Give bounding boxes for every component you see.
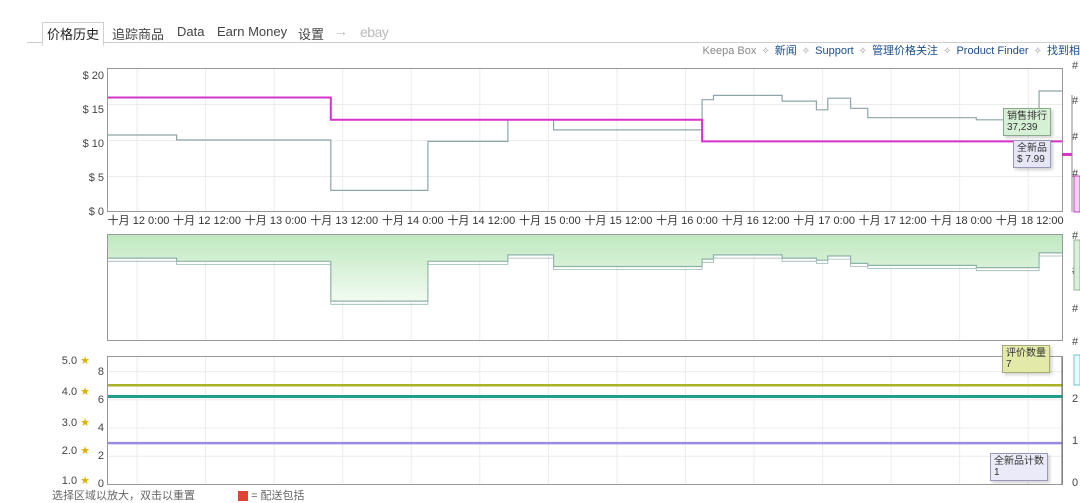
x-tick-label: 十月 13 12:00 bbox=[310, 213, 378, 227]
x-tick-label: 十月 16 0:00 bbox=[656, 213, 718, 227]
series-sales-rank-area bbox=[108, 235, 1062, 302]
tooltip-value: $ 7.99 bbox=[1017, 154, 1045, 165]
x-tick-label: 十月 18 0:00 bbox=[930, 213, 992, 227]
price-edge-badge bbox=[1073, 175, 1080, 213]
shipping-legend: = 配送包括 bbox=[251, 490, 305, 502]
tooltip-sales-rank: 销售排行 37,239 bbox=[1003, 108, 1051, 136]
tooltip-value: 37,239 bbox=[1007, 122, 1038, 133]
tooltip-label: 销售排行 bbox=[1007, 111, 1047, 122]
rank-edge-badge bbox=[1073, 239, 1080, 291]
count-edge-badge bbox=[1073, 354, 1080, 386]
x-tick-label: 十月 12 12:00 bbox=[173, 213, 241, 227]
x-tick-label: 十月 15 12:00 bbox=[584, 213, 652, 227]
tooltip-label: 全新品 bbox=[1017, 143, 1047, 154]
tooltip-value: 7 bbox=[1006, 359, 1012, 370]
x-tick-label: 十月 14 12:00 bbox=[447, 213, 515, 227]
x-tick-label: 十月 14 0:00 bbox=[382, 213, 444, 227]
shipping-icon bbox=[238, 491, 249, 502]
zoom-hint: 选择区域以放大，双击以重置 bbox=[52, 490, 195, 502]
chart-footer: 选择区域以放大，双击以重置 = 配送包括 bbox=[52, 487, 305, 503]
tooltip-label: 全新品计数 bbox=[994, 456, 1044, 467]
review-panel-frame bbox=[107, 356, 1063, 485]
tooltip-value: 1 bbox=[994, 467, 1000, 478]
x-tick-label: 十月 17 12:00 bbox=[859, 213, 927, 227]
x-tick-label: 十月 13 0:00 bbox=[245, 213, 307, 227]
tooltip-review-count: 评价数量 7 bbox=[1002, 345, 1050, 373]
x-tick-label: 十月 17 0:00 bbox=[793, 213, 855, 227]
grid-lines bbox=[108, 69, 1062, 484]
tooltip-label: 评价数量 bbox=[1006, 348, 1046, 359]
x-tick-label: 十月 15 0:00 bbox=[519, 213, 581, 227]
tooltip-new-count: 全新品计数 1 bbox=[990, 453, 1048, 481]
x-tick-label: 十月 12 0:00 bbox=[108, 213, 170, 227]
x-tick-label: 十月 18 12:00 bbox=[996, 213, 1064, 227]
tooltip-new-price: 全新品 $ 7.99 bbox=[1013, 140, 1051, 168]
keepa-chart[interactable]: 十月 12 0:00 十月 12 12:00 十月 13 0:00 十月 13 12:… bbox=[0, 0, 1080, 497]
x-tick-label: 十月 16 12:00 bbox=[722, 213, 790, 227]
